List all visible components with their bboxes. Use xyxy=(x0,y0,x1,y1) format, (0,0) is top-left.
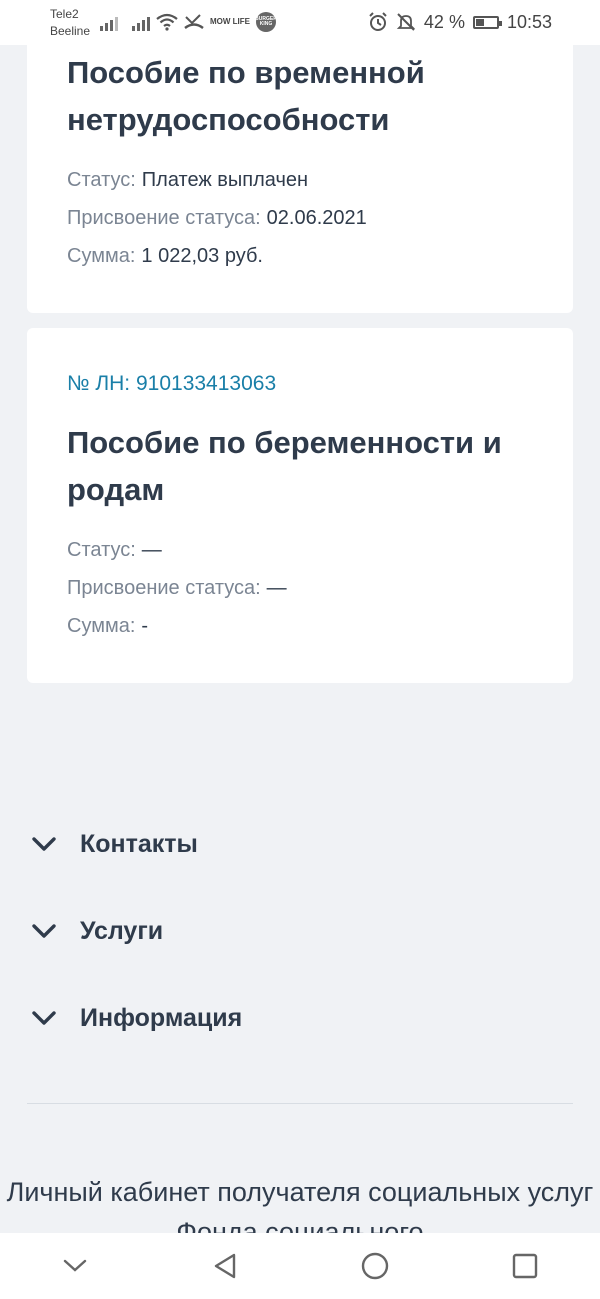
system-nav-bar xyxy=(0,1233,600,1299)
status-value: — xyxy=(141,539,162,561)
accordion-services[interactable]: Услуги xyxy=(30,911,163,951)
benefit-card: Пособие по временной нетрудоспособности … xyxy=(27,45,573,313)
assign-date-value: 02.06.2021 xyxy=(266,207,367,229)
accordion-label: Информация xyxy=(80,1003,243,1032)
chevron-down-icon xyxy=(30,917,58,945)
divider xyxy=(27,1103,573,1104)
chevron-down-icon xyxy=(30,830,58,858)
status-value: Платеж выплачен xyxy=(141,169,309,191)
status-bar: Tele2 Beeline MOW LIFE BURGER KING 42 % … xyxy=(0,0,600,45)
mute-icon xyxy=(396,13,416,31)
sum-row: Сумма: - xyxy=(67,615,148,638)
alarm-icon xyxy=(369,12,387,31)
carrier-names: Tele2 Beeline xyxy=(50,6,90,40)
accordion-label: Услуги xyxy=(80,916,164,945)
status-icons-right: 42 % 10:53 xyxy=(368,10,552,34)
nav-back-button[interactable] xyxy=(195,1236,255,1296)
status-row: Статус: Платеж выплачен xyxy=(67,169,308,192)
sick-leave-number: № ЛН: 910133413063 xyxy=(67,372,277,395)
sum-value: - xyxy=(141,615,149,637)
home-circle-icon xyxy=(361,1252,389,1280)
accordion-label: Контакты xyxy=(80,829,198,858)
battery-fill xyxy=(475,18,484,26)
benefit-title: Пособие по временной нетрудоспособности xyxy=(67,55,425,137)
battery-icon xyxy=(472,15,502,29)
wifi-icon xyxy=(156,13,178,31)
sum-value: 1 022,03 руб. xyxy=(141,245,263,267)
recents-square-icon xyxy=(512,1253,538,1279)
carrier-1: Tele2 xyxy=(50,7,79,21)
accordion-contacts[interactable]: Контакты xyxy=(30,824,198,864)
status-label: Статус: xyxy=(67,539,136,561)
mow-life-logo-text: MOW LIFE xyxy=(210,17,250,26)
benefit-title: Пособие по беременности и родам xyxy=(67,425,502,507)
status-label: Статус: xyxy=(67,169,136,191)
sum-label: Сумма: xyxy=(67,245,136,267)
assign-date-value: — xyxy=(266,577,287,599)
benefit-card: № ЛН: 910133413063 Пособие по беременнос… xyxy=(27,328,573,683)
nav-recents-button[interactable] xyxy=(495,1236,555,1296)
assign-date-row: Присвоение статуса: 02.06.2021 xyxy=(67,207,367,230)
status-row: Статус: — xyxy=(67,539,162,562)
clock: 10:53 xyxy=(506,11,552,32)
nav-home-button[interactable] xyxy=(345,1236,405,1296)
assign-date-label: Присвоение статуса: xyxy=(67,207,261,229)
accordion-information[interactable]: Информация xyxy=(30,998,242,1038)
missed-call-icon xyxy=(184,14,204,29)
sum-label: Сумма: xyxy=(67,615,136,637)
chevron-down-icon xyxy=(63,1259,87,1272)
mow-life-logo: MOW LIFE xyxy=(210,18,250,26)
burger-king-logo-text: BURGER KING xyxy=(256,16,276,27)
signal-icon xyxy=(132,13,150,31)
chevron-down-icon xyxy=(30,1004,58,1032)
assign-date-label: Присвоение статуса: xyxy=(67,577,261,599)
burger-king-icon: BURGER KING xyxy=(256,12,276,32)
assign-date-row: Присвоение статуса: — xyxy=(67,577,287,600)
sum-row: Сумма: 1 022,03 руб. xyxy=(67,245,263,268)
nav-collapse-button[interactable] xyxy=(45,1236,105,1296)
carrier-2: Beeline xyxy=(50,24,91,38)
back-triangle-icon xyxy=(214,1253,236,1279)
signal-icon xyxy=(100,13,118,31)
status-icons-left: MOW LIFE BURGER KING xyxy=(100,10,276,34)
battery-percent: 42 % xyxy=(423,11,465,32)
